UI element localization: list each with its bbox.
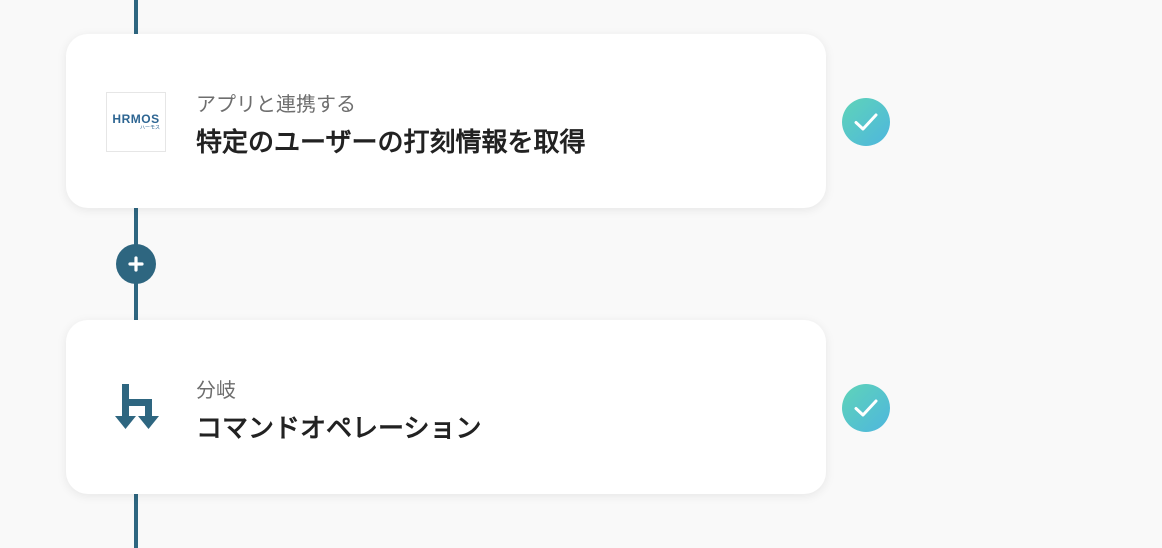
step-title: コマンドオペレーション: [196, 414, 482, 444]
hrmos-logo-text: HRMOS: [112, 112, 160, 126]
check-icon: [842, 98, 890, 146]
connector-line-top: [134, 0, 138, 34]
step-type-label: 分岐: [196, 378, 236, 402]
hrmos-logo-subtext: ハーモス: [139, 125, 160, 131]
step-type-label: アプリと連携する: [196, 92, 356, 116]
hrmos-logo: HRMOS ハーモス: [106, 92, 166, 152]
add-step-button[interactable]: [116, 244, 156, 284]
plus-icon: [128, 256, 144, 272]
step-card-branch[interactable]: 分岐 コマンドオペレーション: [66, 320, 826, 494]
connector-line-bottom: [134, 494, 138, 548]
branch-icon: [106, 378, 166, 438]
step-card-hrmos[interactable]: HRMOS ハーモス アプリと連携する 特定のユーザーの打刻情報を取得: [66, 34, 826, 208]
check-icon: [842, 384, 890, 432]
step-title: 特定のユーザーの打刻情報を取得: [196, 128, 586, 158]
